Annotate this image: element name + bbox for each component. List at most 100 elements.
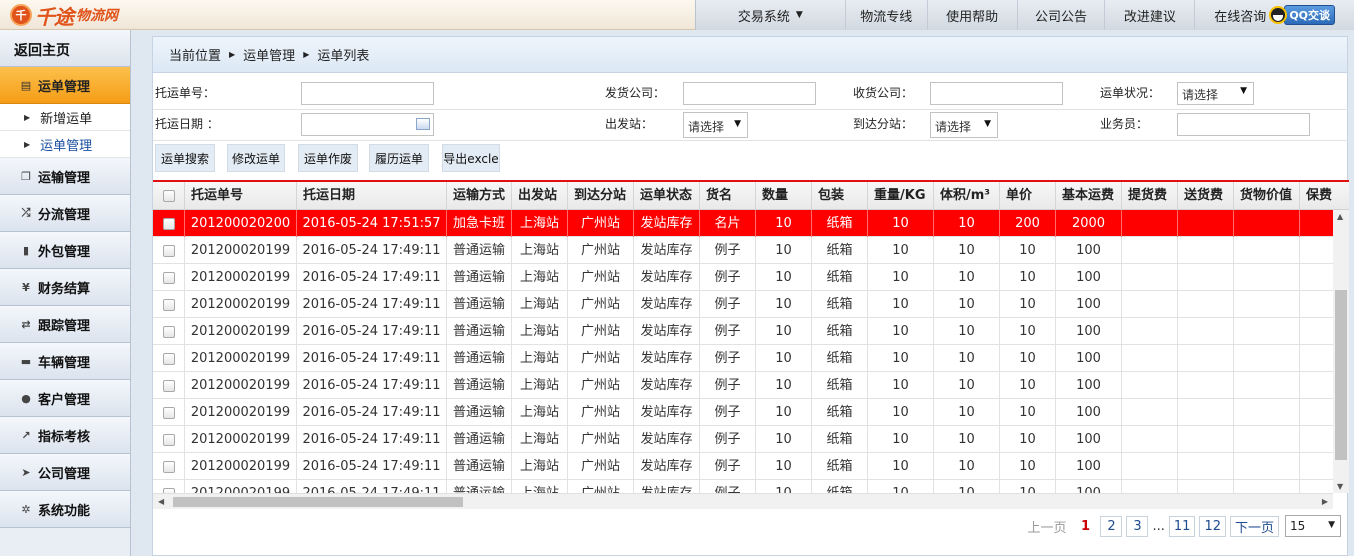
ship-date-input[interactable] (301, 113, 434, 136)
row-checkbox[interactable] (163, 380, 175, 392)
sidebar-item-7[interactable]: ● 客户管理 (0, 380, 130, 417)
column-header[interactable]: 货物价值 (1234, 182, 1300, 209)
breadcrumb-item[interactable]: 运单管理 (243, 45, 295, 64)
column-header[interactable]: 运单状态 (634, 182, 700, 209)
table-row[interactable]: 2012000201992016-05-24 17:49:11普通运输上海站广州… (153, 345, 1333, 372)
scroll-left-icon[interactable]: ◀ (158, 497, 164, 506)
sidebar-item-8[interactable]: ↗ 指标考核 (0, 417, 130, 454)
sidebar-item-0[interactable]: ▤ 运单管理 (0, 67, 130, 104)
column-header[interactable]: 到达分站 (568, 182, 634, 209)
horizontal-scrollbar[interactable]: ◀ ▶ (153, 493, 1333, 509)
table-cell: 10 (868, 345, 934, 372)
column-header[interactable]: 运输方式 (447, 182, 512, 209)
nav-item-2[interactable]: 使用帮助 (928, 0, 1018, 30)
sidebar-item-9[interactable]: ➤ 公司管理 (0, 454, 130, 491)
nav-item-1[interactable]: 物流专线 (846, 0, 928, 30)
scroll-right-icon[interactable]: ▶ (1322, 497, 1328, 506)
column-header[interactable]: 单价 (1000, 182, 1056, 209)
column-header[interactable]: 包装 (812, 182, 868, 209)
site-logo[interactable]: 千 千途 物流网 (10, 2, 118, 29)
calendar-icon[interactable] (416, 118, 430, 130)
page-button[interactable]: 12 (1199, 515, 1226, 537)
table-row[interactable]: 2012000201992016-05-24 17:49:11普通运输上海站广州… (153, 453, 1333, 480)
select-all-checkbox[interactable] (163, 190, 175, 202)
ship-company-input[interactable] (683, 82, 816, 105)
page-button[interactable]: 11 (1168, 515, 1196, 537)
dropdown-arrow-icon: ▼ (1328, 520, 1335, 530)
column-header[interactable]: 提货费 (1122, 182, 1178, 209)
row-checkbox[interactable] (163, 434, 175, 446)
origin-select[interactable]: 请选择 ▼ (683, 112, 748, 138)
nav-item-0[interactable]: 交易系统 ▼ (696, 0, 846, 30)
row-checkbox[interactable] (163, 272, 175, 284)
dest-select[interactable]: 请选择 ▼ (930, 112, 998, 138)
table-cell: 例子 (700, 264, 756, 291)
column-header[interactable]: 送货费 (1178, 182, 1234, 209)
checkbox-cell (153, 237, 185, 264)
qq-chat-button[interactable]: QQ交谈 (1269, 5, 1336, 25)
column-header[interactable]: 重量/KG (868, 182, 934, 209)
column-header[interactable]: 托运日期 (297, 182, 447, 209)
sidebar-subitem-1[interactable]: ▶ 运单管理 (0, 131, 130, 158)
nav-item-3[interactable]: 公司公告 (1018, 0, 1106, 30)
page-button[interactable]: 1 (1074, 516, 1096, 537)
sidebar-item-label: 外包管理 (38, 244, 91, 260)
table-row[interactable]: 2012000201992016-05-24 17:49:11普通运输上海站广州… (153, 426, 1333, 453)
table-cell: 10 (868, 372, 934, 399)
scroll-up-icon[interactable]: ▲ (1337, 212, 1343, 221)
column-header[interactable]: 货名 (700, 182, 756, 209)
nav-item-5[interactable]: 在线咨询 QQ交谈 (1195, 0, 1354, 30)
page-button[interactable]: 3 (1126, 515, 1149, 537)
page-button[interactable]: 2 (1100, 515, 1123, 537)
waybill-no-input[interactable] (301, 82, 434, 105)
toolbar-button-1[interactable]: 修改运单 (227, 144, 285, 172)
row-checkbox[interactable] (163, 461, 175, 473)
column-header[interactable]: 体积/m³ (934, 182, 1000, 209)
column-header[interactable]: 出发站 (512, 182, 568, 209)
sidebar-item-2[interactable]: ⤮ 分流管理 (0, 195, 130, 232)
sidebar-item-10[interactable]: ✲ 系统功能 (0, 491, 130, 528)
toolbar-button-2[interactable]: 运单作废 (298, 144, 358, 172)
table-row[interactable]: 2012000201992016-05-24 17:49:11普通运输上海站广州… (153, 264, 1333, 291)
table-row[interactable]: 2012000201992016-05-24 17:49:11普通运输上海站广州… (153, 480, 1333, 493)
table-row[interactable]: 2012000201992016-05-24 17:49:11普通运输上海站广州… (153, 318, 1333, 345)
row-checkbox[interactable] (163, 353, 175, 365)
sidebar-item-3[interactable]: ▮ 外包管理 (0, 232, 130, 269)
table-row[interactable]: 2012000201992016-05-24 17:49:11普通运输上海站广州… (153, 291, 1333, 318)
row-checkbox[interactable] (163, 299, 175, 311)
toolbar-button-3[interactable]: 履历运单 (369, 144, 429, 172)
table-cell (1300, 372, 1333, 399)
column-header[interactable]: 托运单号 (185, 182, 297, 209)
sidebar-item-6[interactable]: ▬ 车辆管理 (0, 343, 130, 380)
column-header[interactable]: 基本运费 (1056, 182, 1122, 209)
horizontal-scroll-thumb[interactable] (173, 497, 463, 507)
table-row[interactable]: 2012000201992016-05-24 17:49:11普通运输上海站广州… (153, 372, 1333, 399)
row-checkbox[interactable] (163, 245, 175, 257)
vertical-scrollbar[interactable]: ▲ ▼ (1333, 210, 1349, 493)
toolbar-button-4[interactable]: 导出excle (442, 144, 500, 172)
sidebar-item-1[interactable]: ❐ 运输管理 (0, 158, 130, 195)
scroll-down-icon[interactable]: ▼ (1337, 482, 1343, 491)
sidebar-item-4[interactable]: ¥ 财务结算 (0, 269, 130, 306)
row-checkbox[interactable] (163, 407, 175, 419)
sidebar-subitem-0[interactable]: ▶ 新增运单 (0, 104, 130, 131)
column-header[interactable]: 数量 (756, 182, 812, 209)
table-row[interactable]: 2012000201992016-05-24 17:49:11普通运输上海站广州… (153, 399, 1333, 426)
prev-page-button[interactable]: 上一页 (1023, 516, 1070, 537)
clerk-input[interactable] (1177, 113, 1310, 136)
table-row[interactable]: 2012000201992016-05-24 17:49:11普通运输上海站广州… (153, 237, 1333, 264)
row-checkbox[interactable] (163, 218, 175, 230)
page-size-select[interactable]: 15 ▼ (1285, 515, 1341, 537)
home-link[interactable]: 返回主页 (0, 30, 130, 67)
toolbar-button-0[interactable]: 运单搜索 (155, 144, 215, 172)
column-header[interactable]: 保费 (1300, 182, 1349, 209)
sidebar-item-5[interactable]: ⇄ 跟踪管理 (0, 306, 130, 343)
status-select[interactable]: 请选择 ▼ (1177, 82, 1254, 105)
vertical-scroll-thumb[interactable] (1335, 290, 1347, 460)
table-row[interactable]: 201200020200 2016-05-24 17:51:57 加急卡班 上海站 广州… (153, 210, 1333, 237)
next-page-button[interactable]: 下一页 (1229, 515, 1279, 537)
nav-item-4[interactable]: 改进建议 (1105, 0, 1196, 30)
row-checkbox[interactable] (163, 326, 175, 338)
table-cell: 10 (868, 480, 934, 493)
recv-company-input[interactable] (930, 82, 1063, 105)
